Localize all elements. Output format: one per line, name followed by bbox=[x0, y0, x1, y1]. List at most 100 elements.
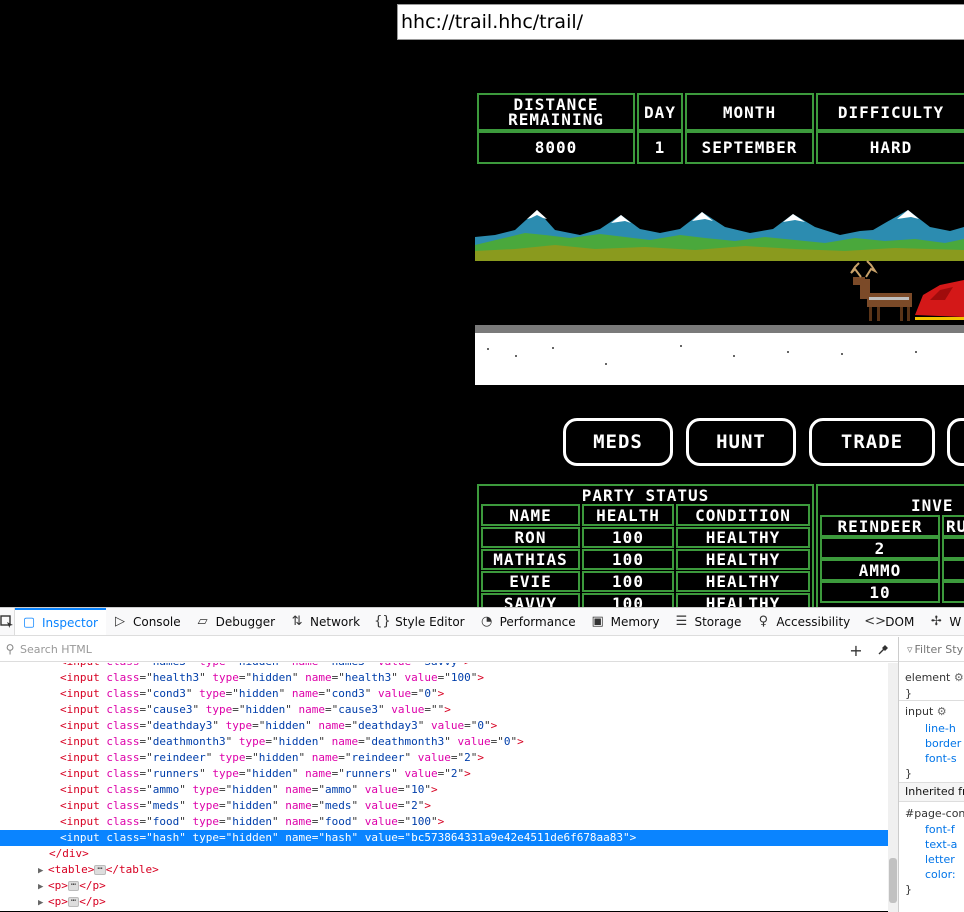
next-action-button[interactable] bbox=[947, 418, 964, 466]
markup-node[interactable]: <input class="deathday3" type="hidden" n… bbox=[0, 718, 888, 734]
day-value: 1 bbox=[637, 131, 683, 164]
accessibility-icon: ♀ bbox=[758, 614, 769, 629]
dom-icon: <> bbox=[864, 614, 887, 629]
tab-storage[interactable]: ☰ Storage bbox=[667, 608, 749, 635]
tab-label: Performance bbox=[499, 614, 576, 629]
inventory-ammo-label: AMMO bbox=[820, 559, 940, 581]
meds-button[interactable]: MEDS bbox=[563, 418, 673, 466]
tab-label: Accessibility bbox=[776, 614, 851, 629]
month-value: SEPTEMBER bbox=[685, 131, 814, 164]
day-header: DAY bbox=[637, 93, 683, 131]
sleigh-sprite bbox=[915, 280, 964, 320]
markup-scrollbar[interactable] bbox=[888, 663, 898, 912]
party-row-condition: HEALTHY bbox=[676, 527, 810, 548]
rule-property[interactable]: letter bbox=[925, 853, 955, 866]
party-row-health: 100 bbox=[582, 527, 674, 548]
tab-label: Console bbox=[132, 614, 181, 629]
inspector-icon: ▢ bbox=[22, 615, 36, 630]
tab-label: Style Editor bbox=[395, 614, 465, 629]
inventory-extra-cell bbox=[942, 581, 964, 603]
trade-button[interactable]: TRADE bbox=[809, 418, 935, 466]
tab-label: Network bbox=[310, 614, 361, 629]
gear-icon: ⚙ bbox=[953, 671, 964, 684]
markup-node[interactable]: <input class="runners" type="hidden" nam… bbox=[0, 766, 888, 782]
markup-node[interactable]: <input class="hash" type="hidden" name="… bbox=[0, 830, 888, 846]
collapsed-ellipsis-icon: ⋯ bbox=[94, 865, 106, 875]
markup-node[interactable]: ▶ <table> ⋯ </table> bbox=[0, 862, 888, 878]
difficulty-value: HARD bbox=[816, 131, 964, 164]
tab-label: Memory bbox=[610, 614, 660, 629]
inventory-runners-value bbox=[942, 537, 964, 559]
filter-styles-input[interactable] bbox=[912, 642, 964, 656]
style-editor-icon: {} bbox=[374, 614, 391, 629]
rule-selector-input: input ⚙ bbox=[905, 705, 947, 718]
tab-w[interactable]: ✢ W bbox=[922, 608, 964, 635]
party-row-condition: HEALTHY bbox=[676, 549, 810, 570]
markup-node[interactable]: <input class="reindeer" type="hidden" na… bbox=[0, 750, 888, 766]
tab-inspector[interactable]: ▢ Inspector bbox=[15, 608, 106, 635]
element-picker-icon[interactable] bbox=[0, 608, 15, 635]
party-header-condition: CONDITION bbox=[676, 504, 810, 526]
inventory-title: INVE bbox=[911, 496, 954, 515]
add-node-icon[interactable]: + bbox=[845, 640, 867, 660]
markup-node[interactable]: ▶ <p> ⋯ </p> bbox=[0, 878, 888, 894]
markup-node[interactable]: <input class="deathmonth3" type="hidden"… bbox=[0, 734, 888, 750]
rule-property[interactable]: font-f bbox=[925, 823, 955, 836]
expand-twisty-icon: ▶ bbox=[38, 898, 44, 908]
memory-icon: ▣ bbox=[591, 614, 604, 629]
eyedropper-icon[interactable] bbox=[872, 640, 894, 660]
party-row-condition: HEALTHY bbox=[676, 571, 810, 592]
party-row-name: MATHIAS bbox=[481, 549, 580, 570]
hunt-button[interactable]: HUNT bbox=[686, 418, 796, 466]
tab-debugger[interactable]: ▱ Debugger bbox=[189, 608, 283, 635]
rule-selector-element: element ⚙ bbox=[905, 671, 964, 684]
rule-property[interactable]: font-s bbox=[925, 752, 957, 765]
markup-node[interactable]: <input class="ammo" type="hidden" name="… bbox=[0, 782, 888, 798]
party-header-health: HEALTH bbox=[582, 504, 674, 526]
rule-property[interactable]: text-a bbox=[925, 838, 957, 851]
trail-scene bbox=[475, 205, 964, 385]
markup-node[interactable]: <input class="cond3" type="hidden" name=… bbox=[0, 686, 888, 702]
party-header-name: NAME bbox=[481, 504, 580, 526]
search-html-input[interactable] bbox=[20, 642, 820, 656]
rule-brace: } bbox=[905, 687, 912, 700]
party-status-panel: PARTY STATUS NAME HEALTH CONDITION RON 1… bbox=[477, 484, 814, 607]
markup-node[interactable]: <input class="cause3" type="hidden" name… bbox=[0, 702, 888, 718]
tab-performance[interactable]: ◔ Performance bbox=[473, 608, 584, 635]
markup-node[interactable]: <input class="health3" type="hidden" nam… bbox=[0, 670, 888, 686]
inventory-extra-cell bbox=[942, 559, 964, 581]
rule-property[interactable]: border bbox=[925, 737, 961, 750]
markup-node[interactable]: <input class="name3" type="hidden" name=… bbox=[0, 663, 888, 670]
collapsed-ellipsis-icon: ⋯ bbox=[67, 897, 80, 907]
tab-network[interactable]: ⇅ Network bbox=[283, 608, 368, 635]
rule-selector-page-container: #page-con bbox=[905, 807, 964, 820]
tab-memory[interactable]: ▣ Memory bbox=[584, 608, 668, 635]
tab-style-editor[interactable]: {} Style Editor bbox=[368, 608, 472, 635]
party-row-name: SAVVY bbox=[481, 593, 580, 607]
markup-node[interactable]: <input class="meds" type="hidden" name="… bbox=[0, 798, 888, 814]
inventory-header-runners: RU bbox=[942, 515, 964, 537]
rules-panel: ▿ element ⚙ } input ⚙ line-h border font… bbox=[898, 637, 964, 912]
markup-node[interactable]: ▶ <p> ⋯ </p> bbox=[0, 894, 888, 910]
difficulty-header: DIFFICULTY bbox=[816, 93, 964, 131]
devtools-toolbar: ▢ Inspector ▷ Console ▱ Debugger ⇅ Network {} Sty… bbox=[0, 608, 964, 636]
collapsed-ellipsis-icon: ⋯ bbox=[67, 881, 80, 891]
performance-icon: ◔ bbox=[480, 614, 493, 629]
tab-label: Storage bbox=[694, 614, 742, 629]
tab-dom[interactable]: <> DOM bbox=[858, 608, 922, 635]
distance-value: 8000 bbox=[477, 131, 635, 164]
party-row-name: RON bbox=[481, 527, 580, 548]
page-viewport: hhc://trail.hhc/trail/ DISTANCE REMAININ… bbox=[0, 0, 964, 607]
rule-property[interactable]: color: bbox=[925, 868, 956, 881]
markup-node[interactable]: <input class="food" type="hidden" name="… bbox=[0, 814, 888, 830]
rule-property[interactable]: line-h bbox=[925, 722, 956, 735]
party-status-title: PARTY STATUS bbox=[581, 486, 710, 505]
tab-accessibility[interactable]: ♀ Accessibility bbox=[749, 608, 858, 635]
tab-console[interactable]: ▷ Console bbox=[106, 608, 189, 635]
reindeer-sprite bbox=[850, 260, 912, 321]
tab-label: Inspector bbox=[42, 615, 98, 630]
markup-node[interactable]: </div> bbox=[0, 846, 888, 862]
devtools-tabs: ▢ Inspector ▷ Console ▱ Debugger ⇅ Network {} Sty… bbox=[15, 608, 964, 635]
url-bar[interactable]: hhc://trail.hhc/trail/ bbox=[397, 4, 964, 40]
scrollbar-thumb[interactable] bbox=[889, 858, 897, 903]
